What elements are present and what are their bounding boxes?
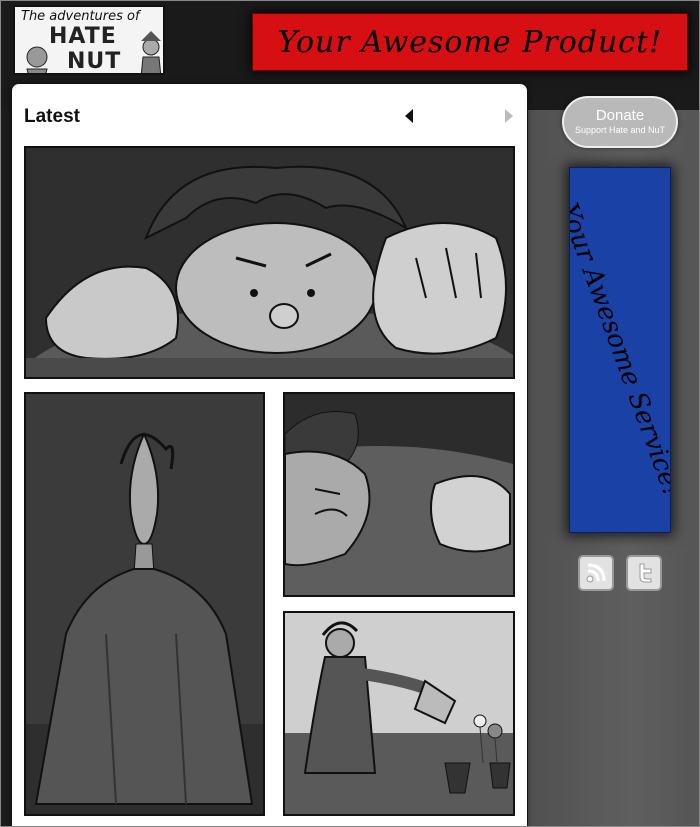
comic-panel-3-art	[285, 394, 513, 595]
comic-panel-4	[283, 611, 515, 816]
donate-sublabel: Support Hate and NuT	[574, 125, 666, 135]
twitter-button[interactable]	[626, 555, 662, 591]
rss-button[interactable]	[578, 555, 614, 591]
comic-panel-4-art	[285, 613, 513, 814]
top-ad-text: Your Awesome Product!	[277, 24, 663, 60]
triangle-left-icon[interactable]	[404, 108, 414, 124]
triangle-right-icon[interactable]	[504, 108, 514, 124]
comic-panel-3	[283, 392, 515, 597]
logo-word-hate: HATE	[49, 24, 117, 49]
comic-panel-2	[24, 392, 265, 816]
comic-panel-1	[24, 146, 515, 379]
rss-icon	[586, 563, 606, 583]
section-title: Latest	[24, 106, 80, 127]
logo-word-nut: NUT	[67, 49, 122, 74]
donate-button[interactable]: Donate Support Hate and NuT	[562, 96, 678, 148]
side-ad-text: Your Awesome Service!	[569, 199, 671, 501]
donate-label: Donate	[595, 107, 645, 124]
comic-panel-1-art	[26, 148, 513, 377]
latest-comic-panel: Latest	[12, 84, 527, 827]
comic-panel-2-art	[26, 394, 263, 814]
side-ad-banner[interactable]: Your Awesome Service!	[569, 167, 671, 533]
twitter-icon	[639, 563, 652, 583]
site-logo[interactable]: The adventures of HATE NUT	[13, 5, 165, 75]
top-ad-banner[interactable]: Your Awesome Product!	[252, 13, 688, 71]
